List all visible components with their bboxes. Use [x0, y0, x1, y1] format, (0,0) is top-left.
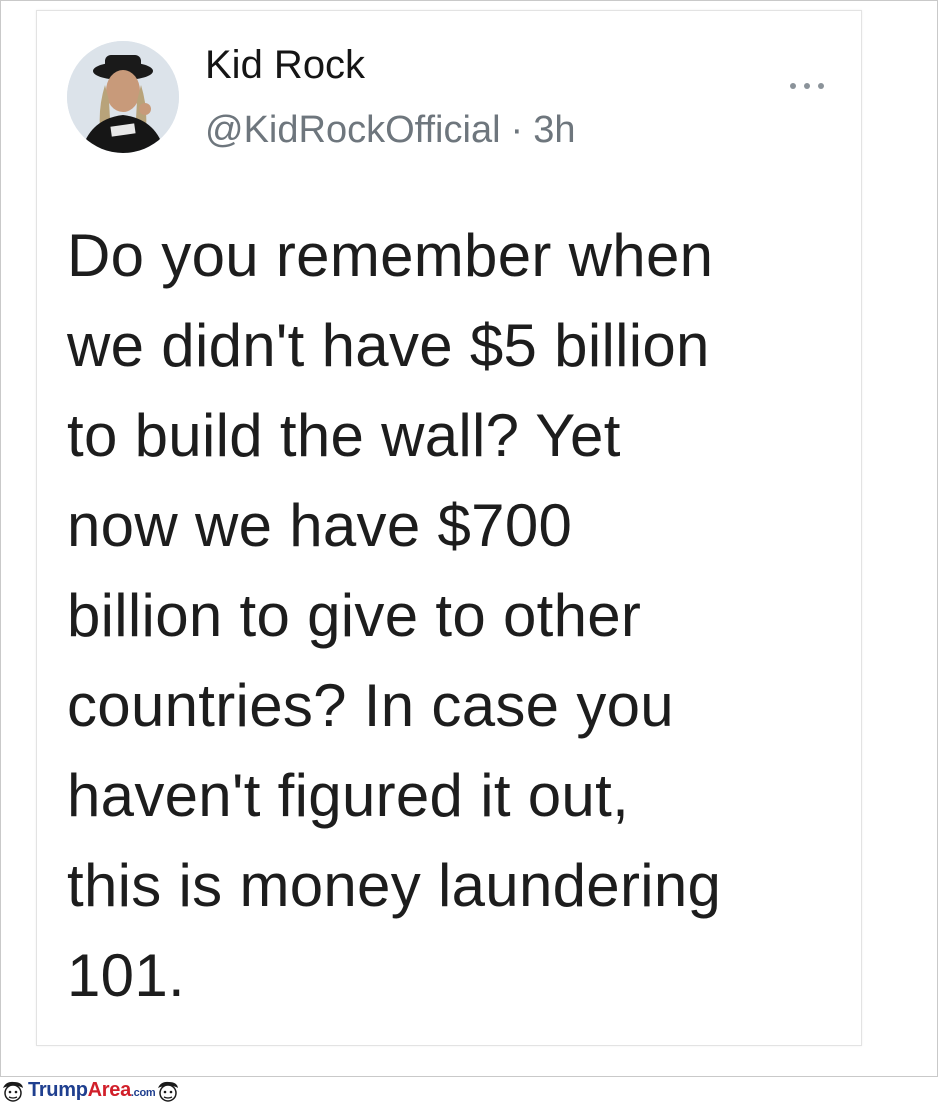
watermark-part2: Area — [87, 1079, 132, 1101]
cartoon-face-icon — [3, 1081, 23, 1102]
tweet-text-line: we didn't have $5 billion — [67, 312, 710, 379]
tweet-text-line: 101. — [67, 942, 185, 1009]
tweet-text-line: Do you remember when — [67, 222, 714, 289]
tweet-timestamp[interactable]: 3h — [533, 109, 575, 151]
tweet-text-line: countries? In case you — [67, 672, 674, 739]
author-meta: @KidRockOfficial · 3h — [205, 107, 575, 153]
tweet-card[interactable]: Kid Rock @KidRockOfficial · 3h Do you reme… — [36, 10, 862, 1046]
site-watermark: TrumpArea.com — [0, 1078, 181, 1105]
tweet-text-line: billion to give to other — [67, 582, 642, 649]
tweet-text-line: now we have $700 — [67, 492, 573, 559]
meta-separator: · — [510, 109, 524, 151]
cartoon-face-icon — [158, 1081, 179, 1102]
watermark-suffix: .com — [130, 1087, 156, 1099]
watermark-text: TrumpArea.com — [28, 1079, 156, 1104]
avatar-photo — [67, 41, 179, 153]
tweet-text: Do you remember when we didn't have $5 b… — [67, 211, 847, 1021]
tweet-text-line: haven't figured it out, — [67, 762, 630, 829]
watermark-part1: Trump — [28, 1079, 88, 1101]
more-horizontal-icon — [790, 83, 824, 89]
more-options-button[interactable] — [777, 61, 837, 111]
author-handle[interactable]: @KidRockOfficial — [205, 109, 501, 151]
tweet-text-line: this is money laundering — [67, 852, 722, 919]
tweet-text-line: to build the wall? Yet — [67, 402, 621, 469]
avatar[interactable] — [67, 41, 179, 153]
author-display-name[interactable]: Kid Rock — [205, 41, 365, 89]
